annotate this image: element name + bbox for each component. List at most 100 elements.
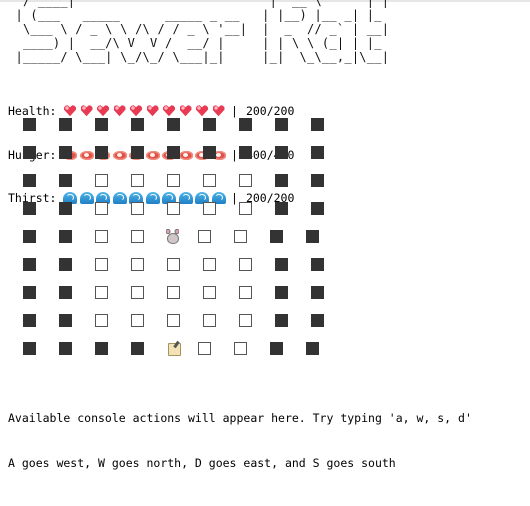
- floor-tile: [167, 202, 180, 215]
- floor-tile: [167, 258, 180, 271]
- floor-tile: [203, 286, 216, 299]
- floor-tile: [95, 314, 108, 327]
- wall-tile: [131, 342, 144, 355]
- thirst-separator: |: [231, 191, 238, 205]
- wall-tile: [23, 258, 36, 271]
- floor-tile: [95, 258, 108, 271]
- wall-tile: [131, 146, 144, 159]
- floor-tile: [203, 202, 216, 215]
- console-line-controls: A goes west, W goes north, D goes east, …: [8, 456, 396, 470]
- floor-tile: [167, 314, 180, 327]
- floor-tile: [95, 230, 108, 243]
- floor-tile: [167, 286, 180, 299]
- wall-tile: [311, 118, 324, 131]
- floor-tile: [239, 286, 252, 299]
- wall-tile: [203, 146, 216, 159]
- floor-tile: [239, 202, 252, 215]
- floor-tile: [131, 286, 144, 299]
- heart-icon: [194, 104, 210, 118]
- health-row: Health: | 200/200: [8, 104, 294, 119]
- floor-tile: [198, 230, 211, 243]
- heart-icon: [112, 104, 128, 118]
- wall-tile: [23, 286, 36, 299]
- floor-tile: [95, 202, 108, 215]
- floor-tile: [239, 314, 252, 327]
- hunger-separator: |: [231, 147, 238, 162]
- wave-icon: [112, 191, 128, 205]
- heart-icon: [62, 104, 78, 118]
- floor-tile: [95, 174, 108, 187]
- heart-icon: [128, 104, 144, 118]
- wall-tile: [167, 118, 180, 131]
- floor-tile: [131, 314, 144, 327]
- heart-icon: [145, 104, 161, 118]
- console-output: Available console actions will appear he…: [8, 381, 472, 486]
- wall-tile: [167, 146, 180, 159]
- heart-icon: [161, 104, 177, 118]
- floor-tile: [198, 342, 211, 355]
- wall-tile: [275, 314, 288, 327]
- floor-tile: [131, 174, 144, 187]
- wall-tile: [275, 286, 288, 299]
- heart-icon: [95, 104, 111, 118]
- floor-tile: [239, 258, 252, 271]
- wall-tile: [311, 202, 324, 215]
- scroll-item-icon: [166, 341, 181, 356]
- wall-tile: [95, 118, 108, 131]
- floor-tile: [167, 174, 180, 187]
- floor-tile: [234, 230, 247, 243]
- health-icons: [62, 104, 227, 118]
- floor-tile: [203, 174, 216, 187]
- wall-tile: [239, 118, 252, 131]
- rat-player-icon: [165, 229, 180, 244]
- console-line-actions: Available console actions will appear he…: [8, 411, 472, 425]
- wall-tile: [203, 118, 216, 131]
- wall-tile: [239, 146, 252, 159]
- wall-tile: [306, 230, 319, 243]
- floor-tile: [203, 258, 216, 271]
- health-value: 200/200: [245, 104, 295, 118]
- wall-tile: [275, 258, 288, 271]
- wall-tile: [59, 118, 72, 131]
- floor-tile: [95, 286, 108, 299]
- floor-tile: [234, 342, 247, 355]
- floor-tile: [203, 314, 216, 327]
- wall-tile: [59, 342, 72, 355]
- wall-tile: [270, 342, 283, 355]
- heart-icon: [211, 104, 227, 118]
- wall-tile: [275, 118, 288, 131]
- wall-tile: [23, 174, 36, 187]
- wave-icon: [79, 191, 95, 205]
- wall-tile: [59, 174, 72, 187]
- floor-tile: [239, 174, 252, 187]
- wall-tile: [23, 202, 36, 215]
- wall-tile: [59, 286, 72, 299]
- floor-tile: [131, 230, 144, 243]
- floor-tile: [131, 202, 144, 215]
- meat-icon: [145, 148, 161, 162]
- wall-tile: [306, 342, 319, 355]
- health-label: Health:: [8, 104, 57, 118]
- wall-tile: [59, 202, 72, 215]
- floor-tile: [131, 258, 144, 271]
- wall-tile: [270, 230, 283, 243]
- wall-tile: [23, 146, 36, 159]
- wall-tile: [59, 258, 72, 271]
- wall-tile: [131, 118, 144, 131]
- heart-icon: [178, 104, 194, 118]
- wall-tile: [95, 342, 108, 355]
- wall-tile: [311, 286, 324, 299]
- heart-icon: [79, 104, 95, 118]
- wall-tile: [59, 146, 72, 159]
- meat-icon: [79, 148, 95, 162]
- meat-icon: [112, 148, 128, 162]
- wall-tile: [311, 146, 324, 159]
- wall-tile: [311, 314, 324, 327]
- wall-tile: [23, 230, 36, 243]
- wall-tile: [311, 258, 324, 271]
- wall-tile: [59, 314, 72, 327]
- wall-tile: [275, 146, 288, 159]
- wall-tile: [311, 174, 324, 187]
- game-title-ascii-art: / ____| | __ \ | | | (___ _____ _____ _ …: [15, 0, 390, 64]
- wall-tile: [23, 118, 36, 131]
